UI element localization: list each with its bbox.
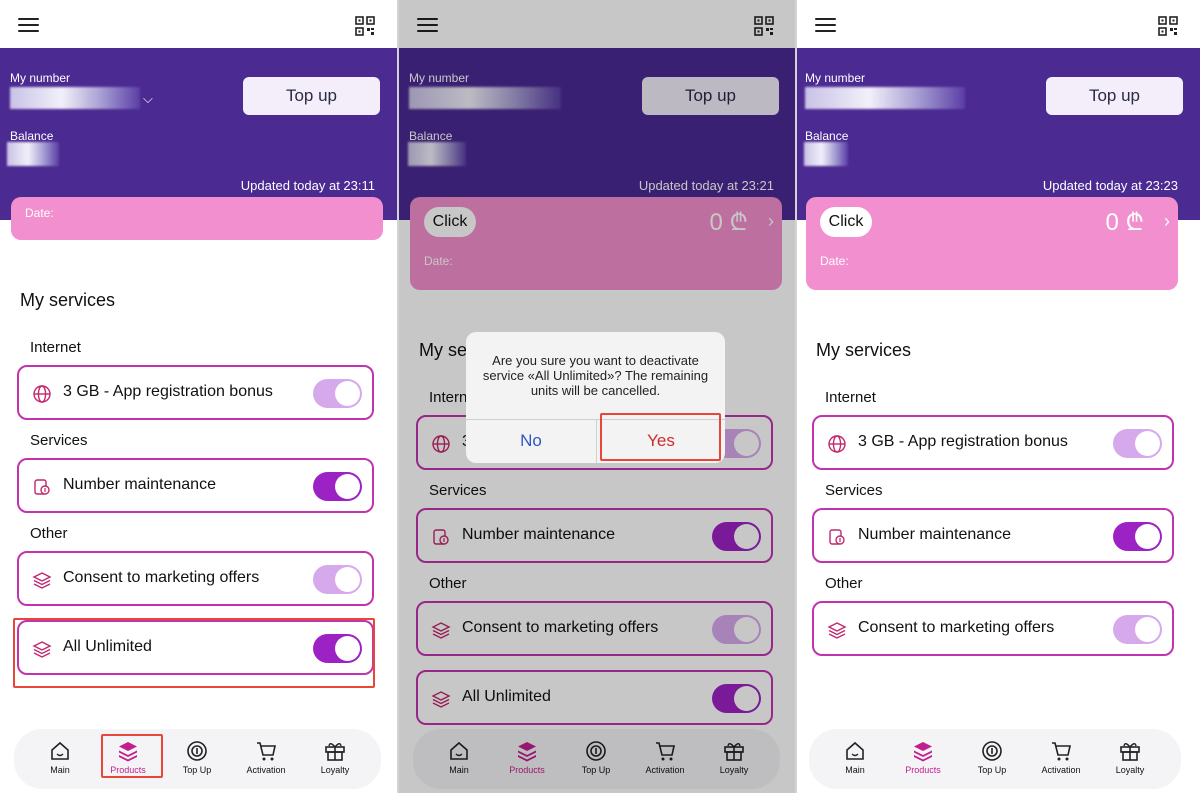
redacted-balance bbox=[7, 142, 59, 166]
highlight-box bbox=[101, 734, 163, 778]
service-number-maintenance: Number maintenance bbox=[812, 508, 1174, 563]
click-card[interactable]: Date: bbox=[11, 197, 383, 240]
home-icon bbox=[51, 741, 69, 760]
service-name: Number maintenance bbox=[63, 476, 216, 493]
nav-loyalty[interactable]: Loyalty bbox=[1100, 729, 1160, 789]
nav-label: Main bbox=[50, 765, 70, 775]
account-header: My number Top up Balance Updated today a… bbox=[797, 48, 1200, 220]
layers-icon bbox=[827, 622, 847, 639]
date-label: Date: bbox=[820, 254, 849, 268]
nav-label: Products bbox=[905, 765, 941, 775]
internet-section-title: Internet bbox=[30, 339, 81, 356]
service-consent-marketing: Consent to marketing offers bbox=[17, 551, 374, 606]
service-toggle[interactable] bbox=[313, 565, 362, 594]
other-section-title: Other bbox=[30, 525, 68, 542]
service-toggle[interactable] bbox=[1113, 522, 1162, 551]
redacted-balance bbox=[804, 142, 848, 166]
menu-icon[interactable] bbox=[815, 18, 836, 33]
bottom-nav: Main Products Top Up Activation Loyalty bbox=[14, 729, 381, 789]
balance-label: Balance bbox=[805, 129, 849, 143]
cart-icon bbox=[257, 742, 276, 761]
highlight-box bbox=[600, 413, 721, 461]
highlight-box bbox=[13, 618, 375, 688]
card-balance: 0 ₾ bbox=[1105, 209, 1144, 236]
top-bar bbox=[797, 0, 1200, 48]
screen-1: My number ⌵ Top up Balance Updated today… bbox=[0, 0, 397, 793]
service-name: 3 GB - App registration bonus bbox=[858, 433, 1068, 450]
chevron-right-icon[interactable]: › bbox=[1164, 211, 1170, 232]
nav-topup[interactable]: Top Up bbox=[167, 729, 227, 789]
nav-activation[interactable]: Activation bbox=[1031, 729, 1091, 789]
cart-icon bbox=[1052, 742, 1071, 761]
nav-activation[interactable]: Activation bbox=[236, 729, 296, 789]
service-name: Number maintenance bbox=[858, 526, 1011, 543]
dialog-message: Are you sure you want to deactivate serv… bbox=[482, 353, 709, 398]
service-internet-bonus: 3 GB - App registration bonus bbox=[812, 415, 1174, 470]
no-button[interactable]: No bbox=[466, 419, 596, 463]
date-label: Date: bbox=[25, 206, 54, 220]
nav-loyalty[interactable]: Loyalty bbox=[305, 729, 365, 789]
phone-tariff-icon bbox=[34, 479, 50, 495]
service-name: Consent to marketing offers bbox=[63, 569, 260, 586]
service-internet-bonus: 3 GB - App registration bonus bbox=[17, 365, 374, 420]
topup-icon bbox=[982, 741, 1002, 761]
my-services-heading: My services bbox=[816, 340, 912, 360]
screen-3: My number Top up Balance Updated today a… bbox=[797, 0, 1200, 793]
globe-icon bbox=[33, 385, 51, 403]
chevron-down-icon[interactable]: ⌵ bbox=[143, 91, 153, 107]
service-toggle[interactable] bbox=[313, 379, 362, 408]
nav-label: Loyalty bbox=[320, 765, 350, 775]
phone-tariff-icon bbox=[829, 529, 845, 545]
internet-section-title: Internet bbox=[825, 389, 876, 406]
service-name: 3 GB - App registration bonus bbox=[63, 383, 273, 400]
qr-code-icon[interactable] bbox=[355, 16, 375, 36]
nav-label: Activation bbox=[246, 765, 286, 775]
my-number-label: My number bbox=[805, 71, 866, 85]
balance-label: Balance bbox=[10, 129, 54, 143]
other-section-title: Other bbox=[825, 575, 863, 592]
services-section-title: Services bbox=[825, 482, 883, 499]
qr-code-icon[interactable] bbox=[1158, 16, 1178, 36]
nav-label: Loyalty bbox=[1115, 765, 1145, 775]
updated-time: Updated today at 23:23 bbox=[1042, 178, 1178, 193]
screen-2: My number Top up Balance Updated today a… bbox=[399, 0, 796, 793]
top-up-button[interactable]: Top up bbox=[1046, 77, 1183, 115]
redacted-phone-number bbox=[805, 87, 965, 109]
gift-icon bbox=[325, 743, 345, 761]
gift-icon bbox=[1120, 743, 1140, 761]
my-number-label: My number bbox=[10, 71, 71, 85]
layers-icon bbox=[914, 742, 932, 762]
account-header: My number ⌵ Top up Balance Updated today… bbox=[0, 48, 397, 220]
topup-icon bbox=[187, 741, 207, 761]
nav-label: Main bbox=[845, 765, 865, 775]
service-name: Consent to marketing offers bbox=[858, 619, 1055, 636]
service-number-maintenance: Number maintenance bbox=[17, 458, 374, 513]
my-services-heading: My services bbox=[20, 290, 116, 310]
menu-icon[interactable] bbox=[18, 18, 39, 33]
top-up-button[interactable]: Top up bbox=[243, 77, 380, 115]
nav-main[interactable]: Main bbox=[30, 729, 90, 789]
globe-icon bbox=[828, 435, 846, 453]
service-consent-marketing: Consent to marketing offers bbox=[812, 601, 1174, 656]
service-toggle[interactable] bbox=[1113, 429, 1162, 458]
nav-products[interactable]: Products bbox=[893, 729, 953, 789]
nav-main[interactable]: Main bbox=[825, 729, 885, 789]
service-toggle[interactable] bbox=[313, 472, 362, 501]
nav-label: Activation bbox=[1041, 765, 1081, 775]
layers-icon bbox=[32, 572, 52, 589]
nav-topup[interactable]: Top Up bbox=[962, 729, 1022, 789]
redacted-phone-number bbox=[10, 87, 140, 109]
nav-label: Top Up bbox=[182, 765, 212, 775]
updated-time: Updated today at 23:11 bbox=[240, 178, 375, 193]
top-bar bbox=[0, 0, 397, 48]
click-card[interactable]: Click 0 ₾ › Date: bbox=[806, 197, 1178, 290]
service-toggle[interactable] bbox=[1113, 615, 1162, 644]
services-section-title: Services bbox=[30, 432, 88, 449]
nav-label: Top Up bbox=[977, 765, 1007, 775]
click-label: Click bbox=[820, 207, 872, 237]
home-icon bbox=[846, 741, 864, 760]
bottom-nav: Main Products Top Up Activation Loyalty bbox=[809, 729, 1181, 789]
